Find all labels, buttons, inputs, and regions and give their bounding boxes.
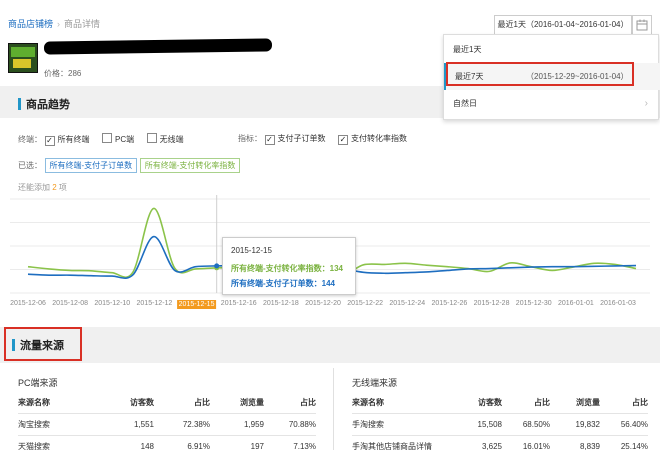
x-tick-label: 2015-12-20 bbox=[305, 300, 341, 307]
date-option-natural-day[interactable]: 自然日 › bbox=[444, 90, 658, 117]
checkbox-checked[interactable]: ✓ bbox=[45, 136, 55, 146]
trend-section-title: 商品趋势 bbox=[18, 96, 70, 112]
table-row[interactable]: 手淘搜索 15,508 68.50% 19,832 56.40% bbox=[352, 414, 648, 436]
product-price: 价格：286 bbox=[44, 68, 81, 79]
metric-label: 指标： bbox=[238, 134, 262, 143]
x-tick-label: 2015-12-18 bbox=[263, 300, 299, 307]
table-divider bbox=[333, 368, 334, 450]
metric-option-orders[interactable]: ✓支付子订单数 bbox=[265, 134, 326, 143]
traffic-section-title: 流量来源 bbox=[12, 337, 64, 353]
chart-tooltip: 2015-12-15 所有终端-支付转化率指数：134 所有终端-支付子订单数：… bbox=[222, 237, 356, 295]
checkbox-unchecked[interactable] bbox=[102, 133, 112, 143]
tooltip-conversion: 所有终端-支付转化率指数：134 bbox=[231, 263, 343, 274]
pc-source-title: PC端来源 bbox=[18, 376, 58, 389]
tooltip-orders: 所有终端-支付子订单数：144 bbox=[231, 278, 335, 289]
x-tick-label: 2015-12-28 bbox=[474, 300, 510, 307]
x-tick-label: 2015-12-16 bbox=[221, 300, 257, 307]
terminal-option-wireless[interactable]: 无线端 bbox=[147, 135, 184, 144]
hover-point-1 bbox=[214, 263, 219, 268]
breadcrumb-current: 商品详情 bbox=[64, 19, 100, 29]
selected-metrics: 已选： 所有终端-支付子订单数 所有终端-支付转化率指数 bbox=[18, 160, 240, 171]
x-tick-label: 2015-12-10 bbox=[94, 300, 130, 307]
add-more-hint: 还能添加 2 项 bbox=[18, 182, 67, 193]
table-row[interactable]: 天猫搜索 148 6.91% 197 7.13% bbox=[18, 436, 316, 457]
table-header-row: 来源名称 访客数 占比 浏览量 占比 bbox=[352, 392, 648, 414]
pc-source-table: 来源名称 访客数 占比 浏览量 占比 淘宝搜索 1,551 72.38% 1,9… bbox=[18, 392, 316, 457]
table-row[interactable]: 手淘其他店铺商品详情 3,625 16.01% 8,839 25.14% bbox=[352, 436, 648, 457]
breadcrumb-separator: › bbox=[57, 19, 60, 29]
tooltip-date: 2015-12-15 bbox=[231, 246, 272, 255]
mobile-source-title: 无线端来源 bbox=[352, 376, 397, 389]
hint-count: 2 bbox=[52, 183, 56, 192]
selected-tag-orders[interactable]: 所有终端-支付子订单数 bbox=[45, 158, 138, 173]
x-tick-label: 2015-12-12 bbox=[137, 300, 173, 307]
date-range-button[interactable]: 最近1天（2016-01-04~2016-01-04） bbox=[494, 15, 632, 35]
x-tick-label: 2015-12-15 bbox=[177, 300, 217, 309]
chevron-right-icon: › bbox=[645, 90, 648, 117]
x-tick-label: 2015-12-24 bbox=[389, 300, 425, 307]
table-row[interactable]: 淘宝搜索 1,551 72.38% 1,959 70.88% bbox=[18, 414, 316, 436]
breadcrumb-root-link[interactable]: 商品店铺榜 bbox=[8, 19, 53, 29]
checkbox-unchecked[interactable] bbox=[147, 133, 157, 143]
x-tick-label: 2015-12-26 bbox=[432, 300, 468, 307]
metric-option-conversion[interactable]: ✓支付转化率指数 bbox=[338, 134, 407, 143]
x-tick-label: 2015-12-22 bbox=[347, 300, 383, 307]
selected-label: 已选： bbox=[18, 161, 42, 170]
product-thumbnail[interactable] bbox=[8, 43, 38, 73]
traffic-section-header bbox=[0, 327, 660, 363]
x-tick-label: 2016-01-01 bbox=[558, 300, 594, 307]
checkbox-checked[interactable]: ✓ bbox=[265, 135, 275, 145]
redacted-product-title bbox=[44, 38, 272, 54]
x-tick-label: 2015-12-06 bbox=[10, 300, 46, 307]
price-label: 价格： bbox=[44, 69, 68, 78]
calendar-button[interactable] bbox=[632, 15, 652, 35]
x-tick-label: 2015-12-08 bbox=[52, 300, 88, 307]
metric-filter: 指标： ✓支付子订单数 ✓支付转化率指数 bbox=[238, 133, 417, 145]
checkbox-checked[interactable]: ✓ bbox=[338, 135, 348, 145]
x-tick-label: 2016-01-03 bbox=[600, 300, 636, 307]
table-header-row: 来源名称 访客数 占比 浏览量 占比 bbox=[18, 392, 316, 414]
calendar-icon bbox=[633, 16, 651, 34]
terminal-option-all[interactable]: ✓所有终端 bbox=[45, 135, 90, 144]
terminal-label: 终端： bbox=[18, 135, 42, 144]
date-option-last-1-day[interactable]: 最近1天 bbox=[444, 36, 658, 63]
price-value: 286 bbox=[68, 69, 81, 78]
breadcrumb: 商品店铺榜 › 商品详情 bbox=[8, 17, 100, 30]
terminal-filter: 终端： ✓所有终端 PC端 无线端 bbox=[18, 133, 194, 146]
x-tick-label: 2015-12-30 bbox=[516, 300, 552, 307]
terminal-option-pc[interactable]: PC端 bbox=[102, 135, 134, 144]
selected-tag-conversion[interactable]: 所有终端-支付转化率指数 bbox=[140, 158, 241, 173]
mobile-source-table: 来源名称 访客数 占比 浏览量 占比 手淘搜索 15,508 68.50% 19… bbox=[352, 392, 648, 457]
highlight-box-last-7-days bbox=[446, 62, 634, 86]
